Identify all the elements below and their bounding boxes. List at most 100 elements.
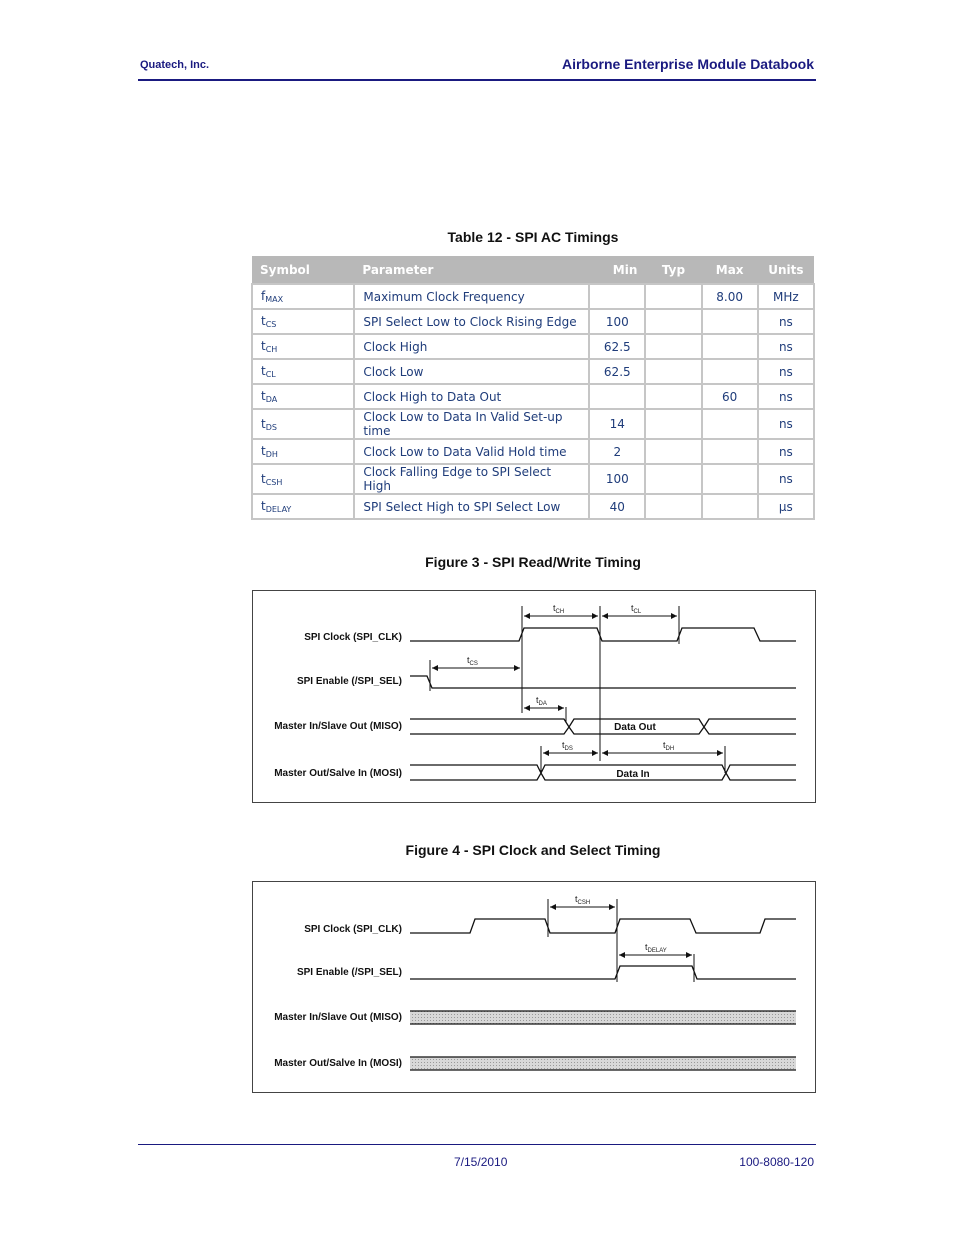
min-cell: 62.5 — [588, 333, 647, 360]
figure3-caption: Figure 3 - SPI Read/Write Timing — [425, 554, 641, 570]
tcs-dimension: tCS — [432, 655, 520, 671]
signal-label-miso: Master In/Slave Out (MISO) — [274, 721, 402, 732]
symbol-cell: tDH — [250, 438, 356, 465]
spi-ac-timings-table: Symbol Parameter Min Typ Max Units fMAX M… — [250, 256, 816, 520]
document-title: Airborne Enterprise Module Databook — [561, 56, 814, 72]
units-cell: ns — [756, 308, 816, 335]
svg-text:tCSH: tCSH — [575, 894, 590, 906]
table-row: tDELAY SPI Select High to SPI Select Low 4… — [250, 493, 816, 520]
typ-cell — [644, 308, 703, 335]
svg-text:tDH: tDH — [663, 740, 674, 752]
max-cell — [700, 308, 759, 335]
column-header: Typ — [645, 256, 702, 284]
miso-dont-care — [410, 1011, 796, 1024]
signal-label-miso: Master In/Slave Out (MISO) — [274, 1012, 402, 1023]
svg-text:tDA: tDA — [536, 695, 547, 707]
units-cell: ns — [756, 358, 816, 385]
tch-dimension: tCH — [524, 603, 598, 619]
miso-waveform — [410, 718, 796, 735]
footer-date: 7/15/2010 — [454, 1155, 508, 1169]
column-header: Min — [589, 256, 646, 284]
mosi-dont-care — [410, 1057, 796, 1070]
max-cell — [700, 438, 759, 465]
units-cell: ns — [756, 383, 816, 410]
min-cell: 40 — [588, 493, 647, 520]
column-header: Units — [757, 256, 814, 284]
symbol-cell: tDA — [250, 383, 356, 410]
figure3-timing-diagram: SPI Clock (SPI_CLK) SPI Enable (/SPI_SEL… — [252, 590, 816, 803]
clk-waveform — [410, 918, 796, 934]
sel-waveform — [410, 965, 796, 980]
tcsh-dimension: tCSH — [550, 894, 615, 910]
units-cell: MHz — [756, 283, 816, 310]
symbol-cell: fMAX — [250, 283, 356, 310]
table-row: tDS Clock Low to Data In Valid Set-up tim… — [250, 408, 816, 440]
signal-label-sel: SPI Enable (/SPI_SEL) — [297, 676, 402, 687]
signal-label-mosi: Master Out/Salve In (MOSI) — [274, 768, 402, 779]
max-cell — [700, 408, 759, 440]
mosi-waveform — [410, 764, 796, 781]
signal-label-mosi: Master Out/Salve In (MOSI) — [274, 1058, 402, 1069]
parameter-cell: Clock High to Data Out — [353, 383, 591, 410]
table-header-row: Symbol Parameter Min Typ Max Units — [252, 256, 814, 284]
svg-text:tDELAY: tDELAY — [645, 942, 667, 954]
units-cell: ns — [756, 333, 816, 360]
column-header: Parameter — [354, 256, 590, 284]
column-header: Max — [701, 256, 758, 284]
table-row: tDH Clock Low to Data Valid Hold time 2 ns — [250, 438, 816, 465]
signal-label-clk: SPI Clock (SPI_CLK) — [304, 924, 402, 935]
header-rule — [138, 79, 816, 81]
typ-cell — [644, 283, 703, 310]
miso-data-label: Data Out — [614, 722, 656, 733]
column-header: Symbol — [252, 256, 355, 284]
tda-dimension: tDA — [524, 695, 564, 711]
max-cell — [700, 463, 759, 495]
svg-text:tCL: tCL — [631, 603, 642, 615]
symbol-cell: tCS — [250, 308, 356, 335]
typ-cell — [644, 463, 703, 495]
symbol-cell: tCSH — [250, 463, 356, 495]
symbol-cell: tCH — [250, 333, 356, 360]
parameter-cell: Clock Falling Edge to SPI Select High — [353, 463, 591, 495]
max-cell — [700, 333, 759, 360]
footer-rule — [138, 1144, 816, 1145]
typ-cell — [644, 438, 703, 465]
sel-waveform — [410, 675, 796, 689]
parameter-cell: SPI Select Low to Clock Rising Edge — [353, 308, 591, 335]
typ-cell — [644, 408, 703, 440]
max-cell: 8.00 — [700, 283, 759, 310]
tdelay-dimension: tDELAY — [619, 942, 692, 958]
max-cell — [700, 358, 759, 385]
symbol-cell: tCL — [250, 358, 356, 385]
min-cell: 100 — [588, 463, 647, 495]
parameter-cell: Clock High — [353, 333, 591, 360]
table-row: tCL Clock Low 62.5 ns — [250, 358, 816, 385]
company-name: Quatech, Inc. — [140, 59, 210, 71]
tds-dimension: tDS — [543, 740, 598, 756]
parameter-cell: Clock Low to Data In Valid Set-up time — [353, 408, 591, 440]
table-row: tDA Clock High to Data Out 60 ns — [250, 383, 816, 410]
table-row: tCSH Clock Falling Edge to SPI Select Hig… — [250, 463, 816, 495]
max-cell — [700, 493, 759, 520]
typ-cell — [644, 493, 703, 520]
max-cell: 60 — [700, 383, 759, 410]
min-cell: 100 — [588, 308, 647, 335]
tcl-dimension: tCL — [602, 603, 677, 619]
figure4-caption: Figure 4 - SPI Clock and Select Timing — [405, 842, 661, 858]
svg-text:tCS: tCS — [467, 655, 478, 667]
svg-text:tCH: tCH — [553, 603, 564, 615]
signal-label-clk: SPI Clock (SPI_CLK) — [304, 632, 402, 643]
symbol-cell: tDELAY — [250, 493, 356, 520]
typ-cell — [644, 333, 703, 360]
typ-cell — [644, 383, 703, 410]
min-cell — [588, 283, 647, 310]
svg-text:tDS: tDS — [562, 740, 573, 752]
min-cell — [588, 383, 647, 410]
table-row: tCS SPI Select Low to Clock Rising Edge 10… — [250, 308, 816, 335]
units-cell: µs — [756, 493, 816, 520]
mosi-data-label: Data In — [616, 769, 649, 780]
tdh-dimension: tDH — [602, 740, 723, 756]
min-cell: 2 — [588, 438, 647, 465]
units-cell: ns — [756, 463, 816, 495]
clk-waveform — [410, 627, 796, 642]
